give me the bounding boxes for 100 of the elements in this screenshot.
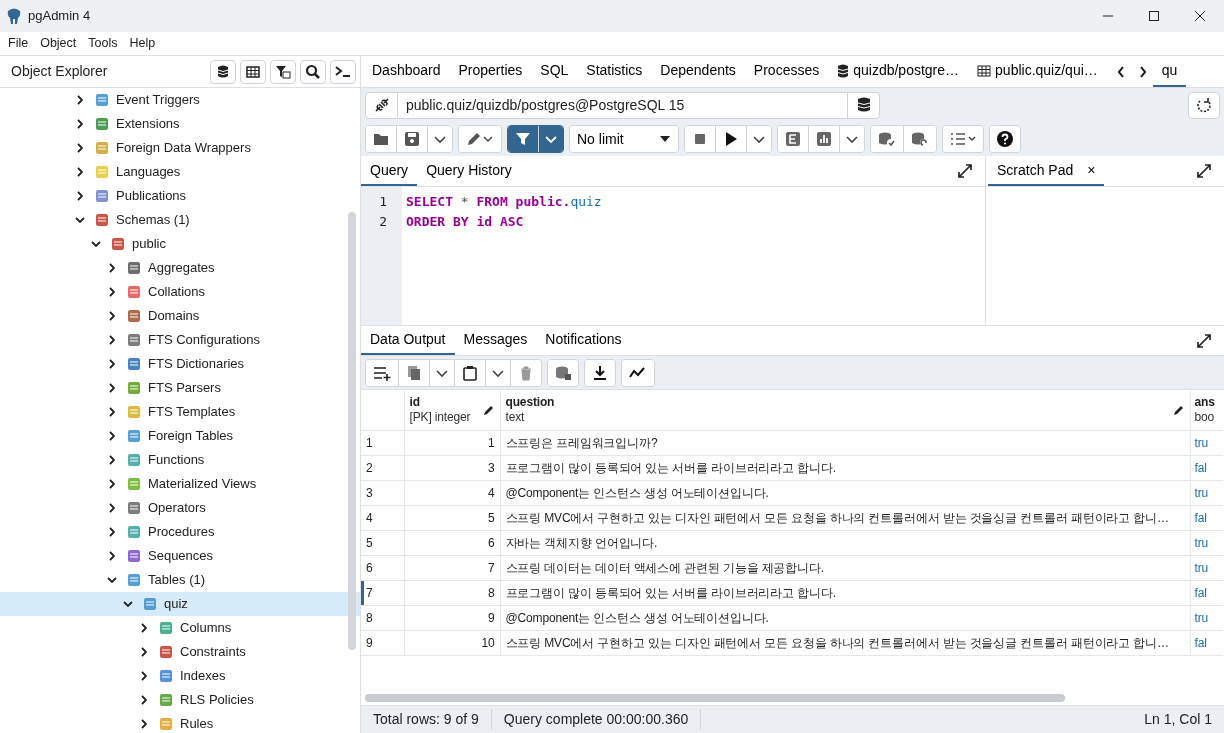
row-number[interactable]: 9	[361, 630, 404, 655]
tree-item[interactable]: Materialized Views	[0, 472, 360, 496]
tree-item[interactable]: Foreign Tables	[0, 424, 360, 448]
tree-item[interactable]: Aggregates	[0, 256, 360, 280]
tab[interactable]: Dashboard	[363, 56, 450, 87]
tree-item[interactable]: public	[0, 232, 360, 256]
tab[interactable]: Notifications	[536, 326, 631, 355]
filter-button[interactable]	[508, 126, 539, 152]
download-button[interactable]	[585, 359, 615, 386]
tree-item[interactable]: FTS Dictionaries	[0, 352, 360, 376]
tree-item[interactable]: FTS Configurations	[0, 328, 360, 352]
chevron-icon[interactable]	[75, 214, 85, 226]
menu-item[interactable]: Help	[129, 34, 156, 53]
tab[interactable]: public.quiz/qui…	[968, 56, 1107, 87]
row-number[interactable]: 6	[361, 555, 404, 580]
macros-button[interactable]	[943, 126, 983, 152]
row-number[interactable]: 2	[361, 455, 404, 480]
tab[interactable]: Data Output	[361, 326, 455, 355]
chevron-icon[interactable]	[107, 574, 117, 586]
scrollbar[interactable]	[348, 212, 356, 650]
chevron-icon[interactable]	[107, 430, 117, 442]
previous-icon[interactable]	[1116, 65, 1125, 78]
refresh-button[interactable]	[1188, 91, 1220, 119]
tab[interactable]: quizdb/postgre…	[828, 56, 969, 87]
save-data-button[interactable]	[548, 359, 578, 386]
chevron-icon[interactable]	[107, 262, 117, 274]
dropdown-button[interactable]	[539, 126, 563, 152]
chevron-icon[interactable]	[107, 406, 117, 418]
tree-item[interactable]: Collations	[0, 280, 360, 304]
chevron-icon[interactable]	[107, 310, 117, 322]
pencil-icon[interactable]	[1172, 403, 1185, 416]
chevron-icon[interactable]	[123, 598, 133, 610]
tab[interactable]: Statistics	[577, 56, 652, 87]
row-limit-select[interactable]: No limit	[570, 126, 678, 152]
search-button[interactable]	[300, 59, 326, 84]
tree-item[interactable]: Rules	[0, 712, 360, 733]
column-header[interactable]: id [PK] integer	[404, 390, 500, 430]
chevron-icon[interactable]	[107, 478, 117, 490]
tree-item[interactable]: Functions	[0, 448, 360, 472]
tree-item[interactable]: Tables (1)	[0, 568, 360, 592]
chevron-icon[interactable]	[139, 670, 149, 682]
chevron-icon[interactable]	[75, 190, 85, 202]
stop-button[interactable]	[685, 126, 716, 152]
menu-item[interactable]: File	[8, 34, 29, 53]
tab[interactable]: Messages	[454, 326, 537, 355]
row-number[interactable]: 1	[361, 430, 404, 455]
menu-item[interactable]: Tools	[88, 34, 118, 53]
chevron-icon[interactable]	[75, 166, 85, 178]
scrollbar[interactable]	[365, 694, 1065, 702]
chevron-icon[interactable]	[107, 286, 117, 298]
row-number[interactable]: 7	[361, 580, 404, 605]
chevron-icon[interactable]	[107, 358, 117, 370]
chevron-icon[interactable]	[91, 238, 101, 250]
row-number[interactable]: 4	[361, 505, 404, 530]
terminal-button[interactable]	[330, 59, 356, 84]
tree-item[interactable]: Procedures	[0, 520, 360, 544]
row-number[interactable]: 8	[361, 605, 404, 630]
pencil-icon[interactable]	[482, 403, 495, 416]
chevron-icon[interactable]	[107, 334, 117, 346]
add-row-button[interactable]	[366, 359, 399, 386]
column-header[interactable]: question text	[500, 390, 1190, 430]
close-icon[interactable]: ×	[1087, 159, 1096, 181]
expand-icon[interactable]	[957, 163, 973, 179]
tree-item[interactable]: Publications	[0, 184, 360, 208]
chevron-icon[interactable]	[139, 694, 149, 706]
tree-item[interactable]: Columns	[0, 616, 360, 640]
chevron-icon[interactable]	[107, 454, 117, 466]
tab[interactable]: Scratch Pad ×	[988, 156, 1105, 186]
chevron-icon[interactable]	[139, 622, 149, 634]
chevron-icon[interactable]	[139, 718, 149, 730]
tab[interactable]: Properties	[449, 56, 532, 87]
chevron-icon[interactable]	[75, 94, 85, 106]
table-button[interactable]	[240, 59, 266, 84]
tree-item[interactable]: Event Triggers	[0, 88, 360, 112]
chevron-icon[interactable]	[107, 526, 117, 538]
next-icon[interactable]	[1138, 65, 1147, 78]
tree-item[interactable]: FTS Templates	[0, 400, 360, 424]
tree-item[interactable]: Sequences	[0, 544, 360, 568]
chevron-icon[interactable]	[107, 550, 117, 562]
chevron-icon[interactable]	[107, 502, 117, 514]
commit-button[interactable]	[871, 126, 904, 152]
tab[interactable]: Processes	[744, 56, 829, 87]
tree-item[interactable]: FTS Parsers	[0, 376, 360, 400]
connection-field[interactable]: public.quiz/quizdb/postgres@PostgreSQL 15	[365, 91, 880, 119]
maximize-icon[interactable]	[1148, 10, 1160, 22]
tree-item[interactable]: Foreign Data Wrappers	[0, 136, 360, 160]
open-file-button[interactable]	[366, 126, 397, 152]
chevron-icon[interactable]	[107, 382, 117, 394]
tree-item[interactable]: Operators	[0, 496, 360, 520]
tree-item[interactable]: Domains	[0, 304, 360, 328]
tab[interactable]: Query History	[417, 156, 521, 186]
tab[interactable]: SQL	[531, 56, 578, 87]
row-number[interactable]: 5	[361, 530, 404, 555]
close-icon[interactable]	[1194, 10, 1206, 22]
tab[interactable]: Dependents	[651, 56, 745, 87]
tree-item[interactable]: Indexes	[0, 664, 360, 688]
chevron-icon[interactable]	[75, 142, 85, 154]
graph-button[interactable]	[622, 359, 654, 386]
filter-table-button[interactable]	[270, 59, 296, 84]
menu-item[interactable]: Object	[40, 34, 77, 53]
